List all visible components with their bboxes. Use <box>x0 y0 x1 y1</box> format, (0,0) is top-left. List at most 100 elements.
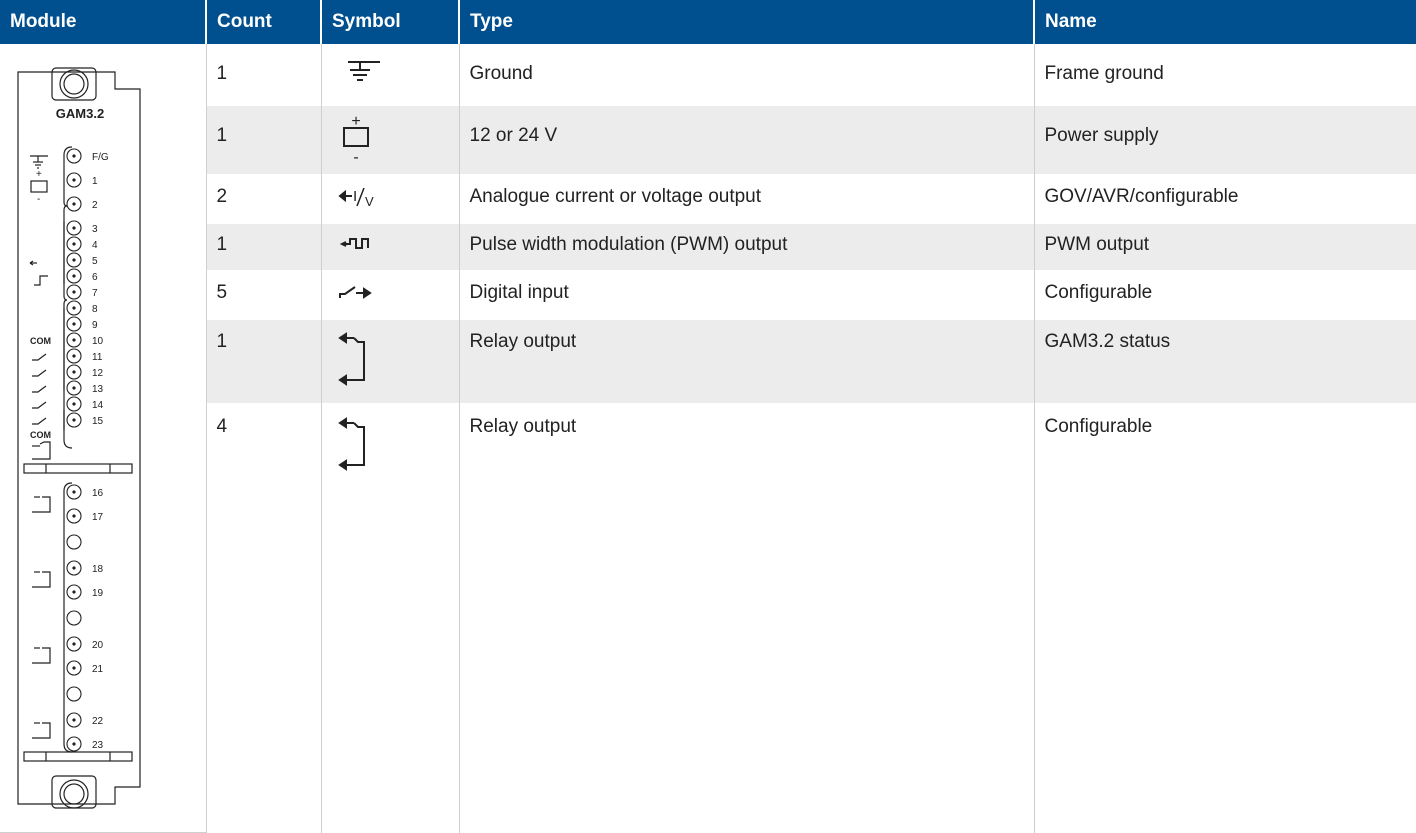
terminal-number: 21 <box>92 664 104 675</box>
terminal-number: 18 <box>92 564 104 575</box>
terminal-number: 11 <box>92 352 103 363</box>
terminal-number: 16 <box>92 488 104 499</box>
table-row: 1 Pulse width modulation (PWM) output PW… <box>0 223 1416 271</box>
table-row: 2 I V Analogue current or voltage output… <box>0 174 1416 224</box>
terminal-screw-center <box>72 742 76 746</box>
terminal-number: 5 <box>92 256 98 267</box>
header-symbol: Symbol <box>321 0 460 44</box>
name-cell: Configurable <box>1044 415 1153 437</box>
terminal-number: 14 <box>92 400 104 411</box>
terminal-number: 1 <box>92 176 98 187</box>
terminal-screw-center <box>72 386 76 390</box>
type-cell: Pulse width modulation (PWM) output <box>459 223 1035 271</box>
terminal-screw-center <box>72 490 76 494</box>
type-cell: Relay output <box>459 319 1035 403</box>
terminal-number: 13 <box>92 384 104 395</box>
count-cell: 2 <box>206 174 322 224</box>
relay-output-symbol-icon <box>337 416 365 471</box>
terminal-number: 4 <box>92 240 98 251</box>
terminal-screw-center <box>72 642 76 646</box>
terminal-number: 12 <box>92 368 104 379</box>
svg-text:V: V <box>365 194 374 209</box>
count-cell: 4 <box>206 402 322 489</box>
table-row: 1 Relay output GAM3.2 status <box>0 319 1416 403</box>
module-com-2: COM <box>30 430 51 440</box>
count-cell: 5 <box>206 270 322 320</box>
table-row: 4 Relay output Configurable <box>0 402 1416 489</box>
module-cell: GAM3.2 F/G 1 2 3 4 5 6 7 8 9 10 11 12 13 14 15 16 17 18 19 2… <box>0 44 207 833</box>
count-cell: 1 <box>206 44 322 107</box>
symbol-cell <box>321 319 460 403</box>
terminal-number: 22 <box>92 716 104 727</box>
terminal-screw-center <box>72 338 76 342</box>
header-name: Name <box>1034 0 1416 44</box>
relay-output-symbol-icon <box>337 331 365 386</box>
terminal-number: 20 <box>92 640 104 651</box>
terminal-screw-center <box>72 322 76 326</box>
symbol-cell <box>321 270 460 320</box>
terminal-number: 15 <box>92 416 104 427</box>
symbol-cell: + - <box>321 106 460 175</box>
terminal-screw-center <box>72 418 76 422</box>
symbol-cell <box>321 223 460 271</box>
count-cell: 1 <box>206 319 322 403</box>
terminal-number: 23 <box>92 740 104 751</box>
name-cell: Power supply <box>1034 106 1416 175</box>
terminal-number: F/G <box>92 152 109 163</box>
table-row: GAM3.2 F/G 1 2 3 4 5 6 7 8 9 10 11 12 13 14 15 16 17 18 19 2… <box>0 44 1416 833</box>
type-cell: Ground <box>459 44 1035 107</box>
terminal-screw-center <box>72 202 76 206</box>
header-module: Module <box>0 0 207 44</box>
terminal-number: 17 <box>92 512 104 523</box>
terminal-empty <box>66 534 82 550</box>
terminal-screw-center <box>72 718 76 722</box>
terminal-screw-center <box>72 306 76 310</box>
header-count: Count <box>206 0 322 44</box>
terminal-screw-center <box>72 274 76 278</box>
header-type: Type <box>459 0 1035 44</box>
module-name: GAM3.2 <box>56 106 104 121</box>
terminal-screw-center <box>72 590 76 594</box>
ground-symbol-icon <box>347 61 380 81</box>
terminal-screw-center <box>72 566 76 570</box>
module-plus: + <box>36 169 42 180</box>
count-cell: 1 <box>206 106 322 175</box>
count-cell: 1 <box>206 223 322 271</box>
terminal-number: 9 <box>92 320 98 331</box>
terminal-number: 2 <box>92 200 98 211</box>
svg-text:+: + <box>351 113 360 130</box>
terminal-screw-center <box>72 178 76 182</box>
module-com-1: COM <box>30 336 51 346</box>
terminal-number: 6 <box>92 272 98 283</box>
terminal-block: F/G1234567891011121314151617181920212223 <box>66 148 109 752</box>
terminal-screw-center <box>72 370 76 374</box>
terminal-screw-center <box>72 242 76 246</box>
io-table: Module Count Symbol Type Name GAM3.2 F/G… <box>0 0 1416 833</box>
terminal-screw-center <box>72 666 76 670</box>
terminal-number: 3 <box>92 224 98 235</box>
type-cell: Relay output <box>459 402 1035 489</box>
terminal-screw-center <box>72 154 76 158</box>
terminal-screw-center <box>72 226 76 230</box>
name-cell: Configurable <box>1044 282 1153 304</box>
name-cell: Frame ground <box>1044 63 1164 84</box>
module-symbols <box>29 155 51 739</box>
table-filler-row <box>0 488 1416 833</box>
table-row: 5 Digital input Configurable <box>0 270 1416 320</box>
terminal-number: 8 <box>92 304 98 315</box>
terminal-empty <box>66 610 82 626</box>
analogue-output-symbol-icon: I V <box>337 188 374 209</box>
terminal-number: 7 <box>92 288 98 299</box>
terminal-number: 10 <box>92 336 104 347</box>
table-row: 1 + - 12 or 24 V Power supply <box>0 106 1416 175</box>
terminal-screw-center <box>72 258 76 262</box>
svg-text:-: - <box>353 149 358 166</box>
terminal-screw-center <box>72 290 76 294</box>
type-cell: Analogue current or voltage output <box>459 174 1035 224</box>
name-cell: GAM3.2 status <box>1034 319 1416 403</box>
terminal-number: 19 <box>92 588 104 599</box>
type-cell: 12 or 24 V <box>459 106 1035 175</box>
name-cell: PWM output <box>1034 223 1416 271</box>
module-diagram: GAM3.2 F/G123456789101112131415161718192… <box>17 67 141 809</box>
module-minus: - <box>37 194 40 205</box>
